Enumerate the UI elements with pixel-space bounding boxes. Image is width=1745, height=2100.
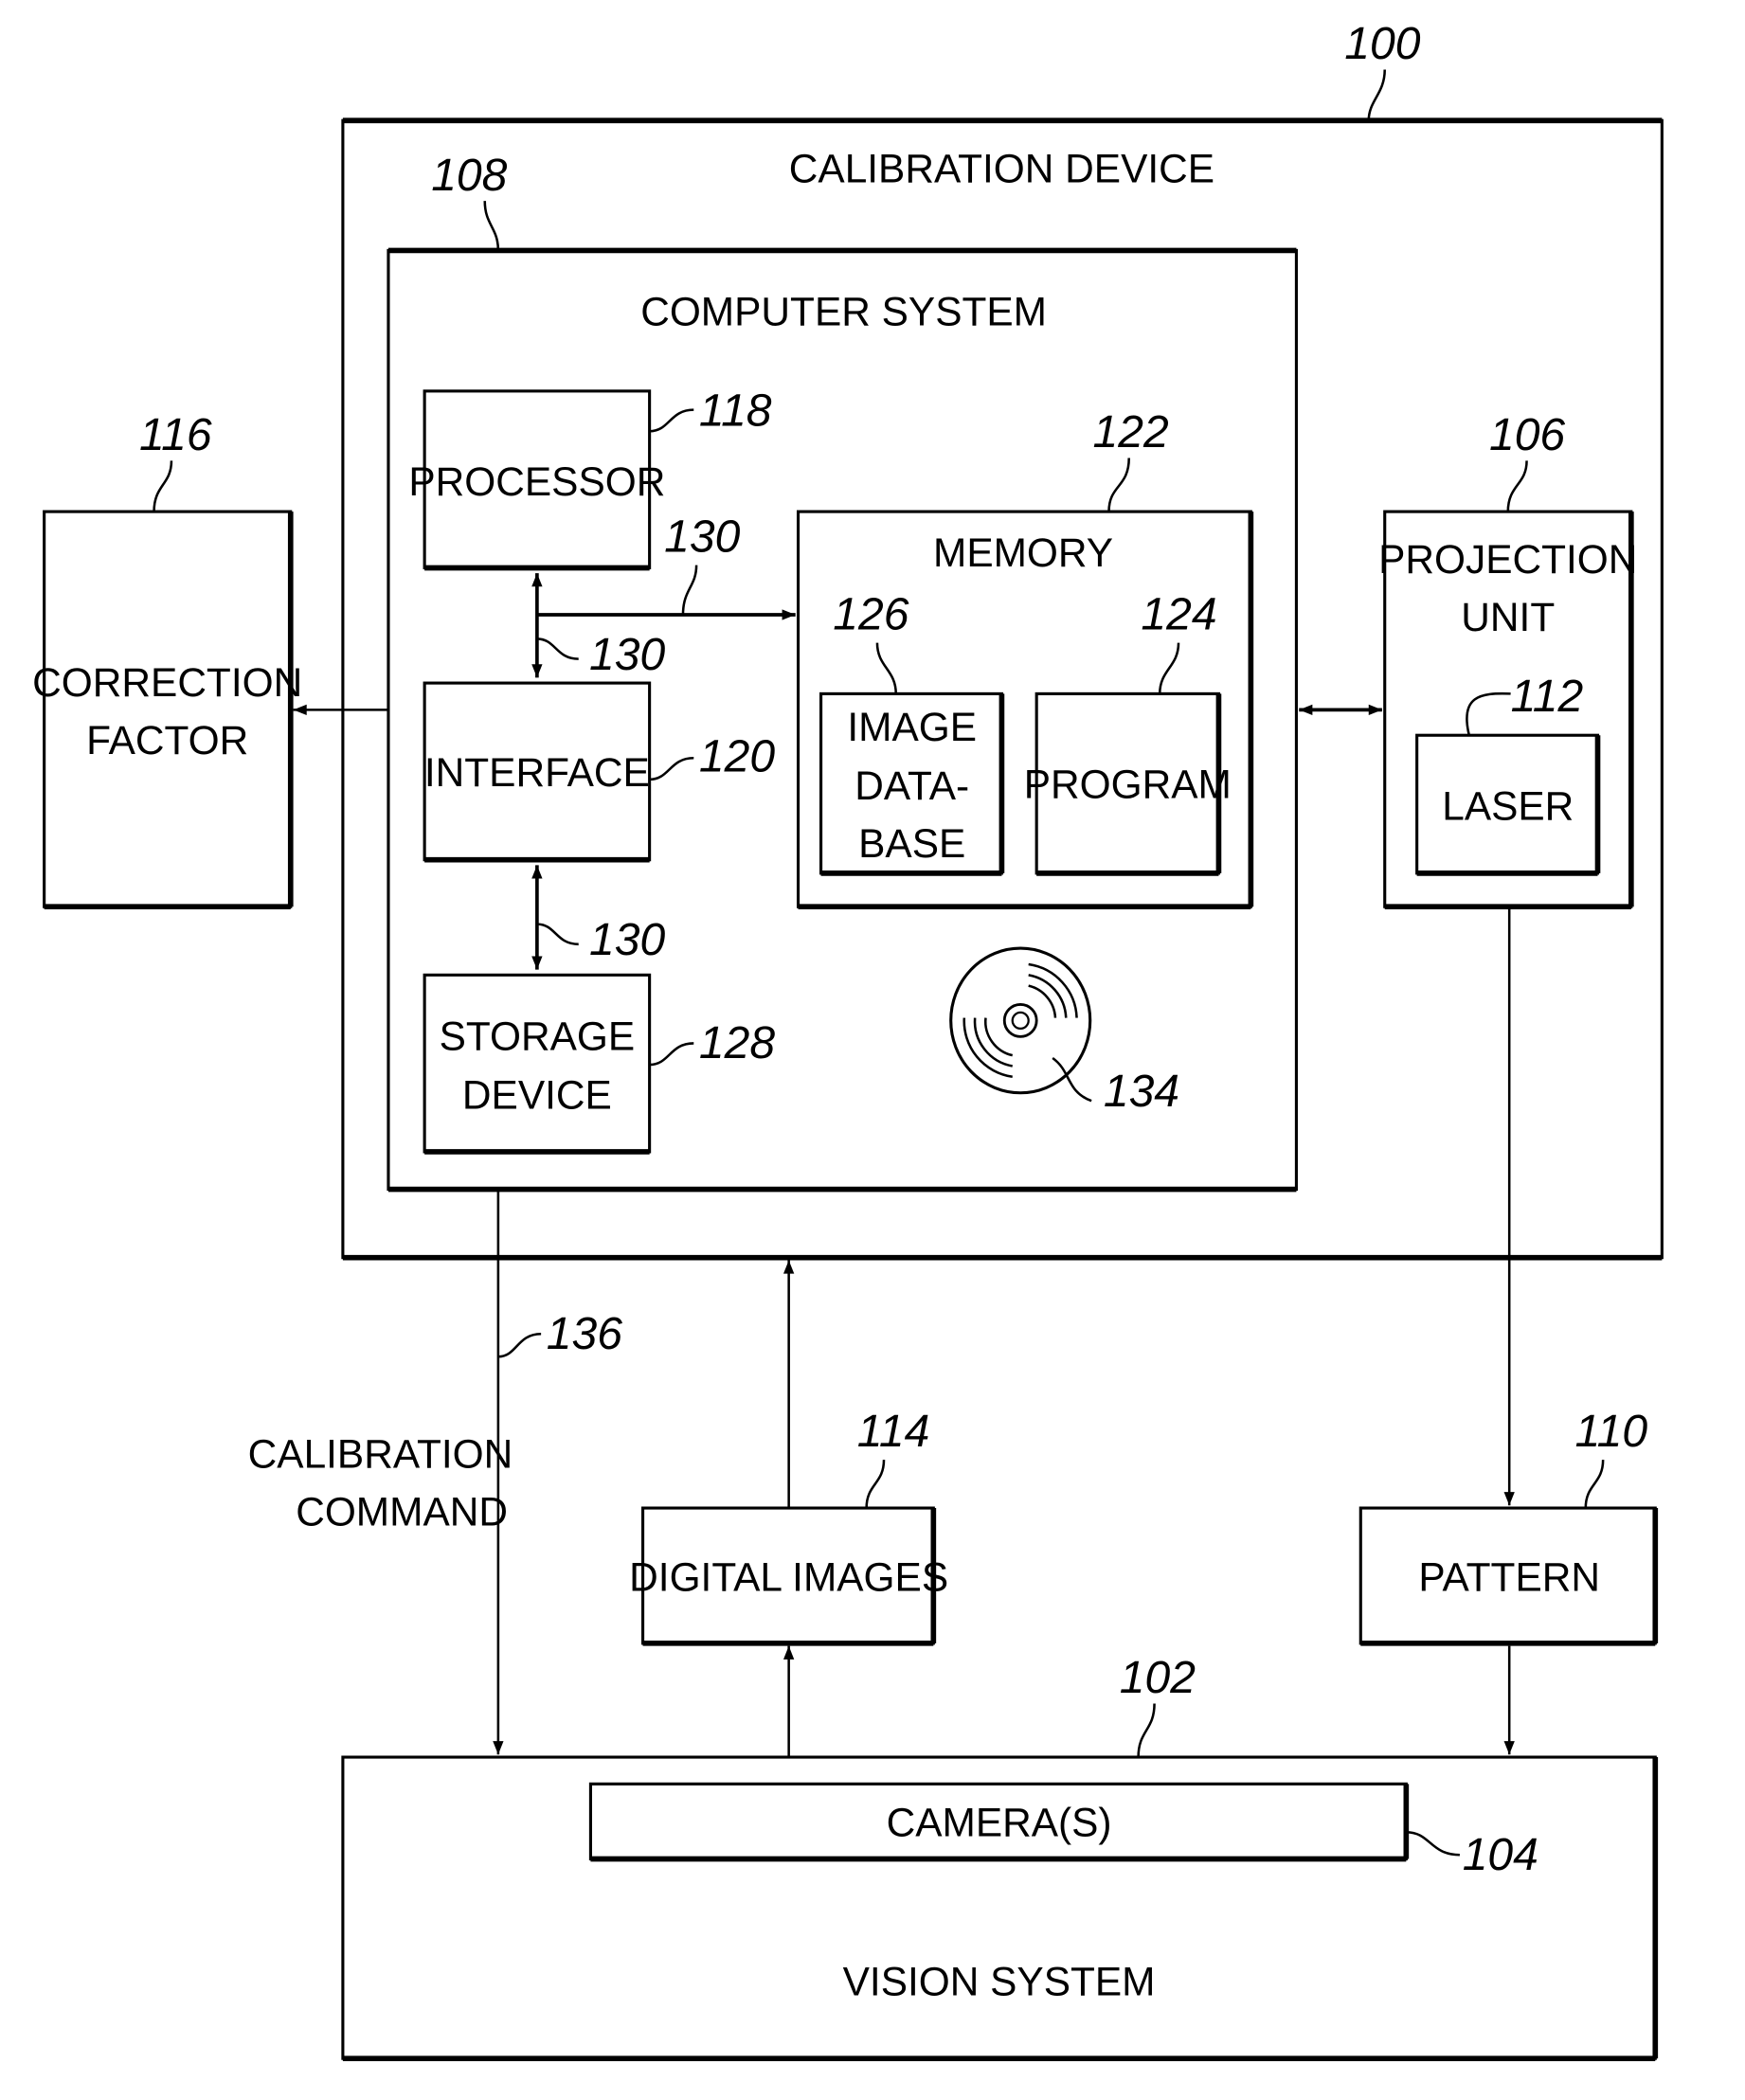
ref-104: 104 (1463, 1829, 1538, 1880)
ref-112: 112 (1511, 671, 1584, 722)
laser-block: LASER 112 (1415, 671, 1601, 876)
ref-116: 116 (139, 409, 212, 460)
program-label: PROGRAM (1024, 763, 1232, 807)
ref-126: 126 (833, 589, 908, 640)
ref-128: 128 (699, 1017, 775, 1068)
ref-120: 120 (699, 730, 775, 781)
cameras-block: CAMERA(S) 104 (588, 1782, 1538, 1880)
interface-label: INTERFACE (424, 750, 650, 795)
processor-label: PROCESSOR (408, 459, 665, 504)
ref-130-middle: 130 (589, 629, 665, 680)
storage-device-label-line1: STORAGE (440, 1014, 636, 1058)
pattern-block: PATTERN 110 (1358, 1406, 1659, 1646)
ref-130-top: 130 (664, 512, 740, 563)
calibration-command-link: 136 CALIBRATION COMMAND (248, 1189, 622, 1755)
ref-100: 100 (1344, 18, 1420, 69)
ref-136: 136 (547, 1308, 622, 1359)
correction-factor-label-line2: FACTOR (86, 718, 248, 763)
interface-block: INTERFACE 120 (423, 681, 775, 863)
calibration-system-diagram: CALIBRATION DEVICE 100 COMPUTER SYSTEM 1… (32, 18, 1664, 2061)
optical-disc-icon: 134 (949, 946, 1179, 1117)
laser-label: LASER (1442, 783, 1574, 828)
calibration-device-label: CALIBRATION DEVICE (789, 146, 1214, 190)
ref-122: 122 (1093, 406, 1169, 458)
digital-images-label: DIGITAL IMAGES (629, 1555, 948, 1600)
vision-system-label: VISION SYSTEM (843, 1960, 1156, 2004)
image-database-label-line3: BASE (858, 821, 965, 866)
storage-device-block: STORAGE DEVICE 128 (423, 973, 775, 1155)
projection-unit-label-line1: PROJECTION (1378, 537, 1637, 582)
ref-106: 106 (1489, 409, 1565, 460)
ref-124: 124 (1141, 589, 1216, 640)
correction-factor-block: CORRECTION FACTOR 116 (32, 409, 302, 910)
correction-factor-label-line1: CORRECTION (32, 660, 302, 705)
ref-118: 118 (699, 386, 772, 437)
ref-134: 134 (1104, 1066, 1179, 1117)
calibration-command-label-line1: CALIBRATION (248, 1432, 513, 1477)
ref-114: 114 (857, 1406, 930, 1457)
ref-110: 110 (1574, 1406, 1647, 1457)
memory-label: MEMORY (933, 530, 1113, 575)
program-block: PROGRAM 124 (1024, 589, 1232, 876)
ref-130-bottom: 130 (589, 914, 665, 965)
computer-system-label: COMPUTER SYSTEM (640, 290, 1047, 334)
ref-102: 102 (1120, 1652, 1196, 1703)
cameras-label: CAMERA(S) (887, 1800, 1112, 1844)
calibration-command-label-line2: COMMAND (296, 1489, 508, 1534)
pattern-label: PATTERN (1418, 1555, 1600, 1600)
ref-108: 108 (431, 150, 507, 201)
projection-unit-label-line2: UNIT (1461, 595, 1555, 639)
image-database-label-line1: IMAGE (847, 705, 977, 749)
storage-device-label-line2: DEVICE (462, 1073, 612, 1118)
image-database-label-line2: DATA- (855, 763, 969, 808)
image-database-block: IMAGE DATA- BASE 126 (819, 589, 1005, 876)
